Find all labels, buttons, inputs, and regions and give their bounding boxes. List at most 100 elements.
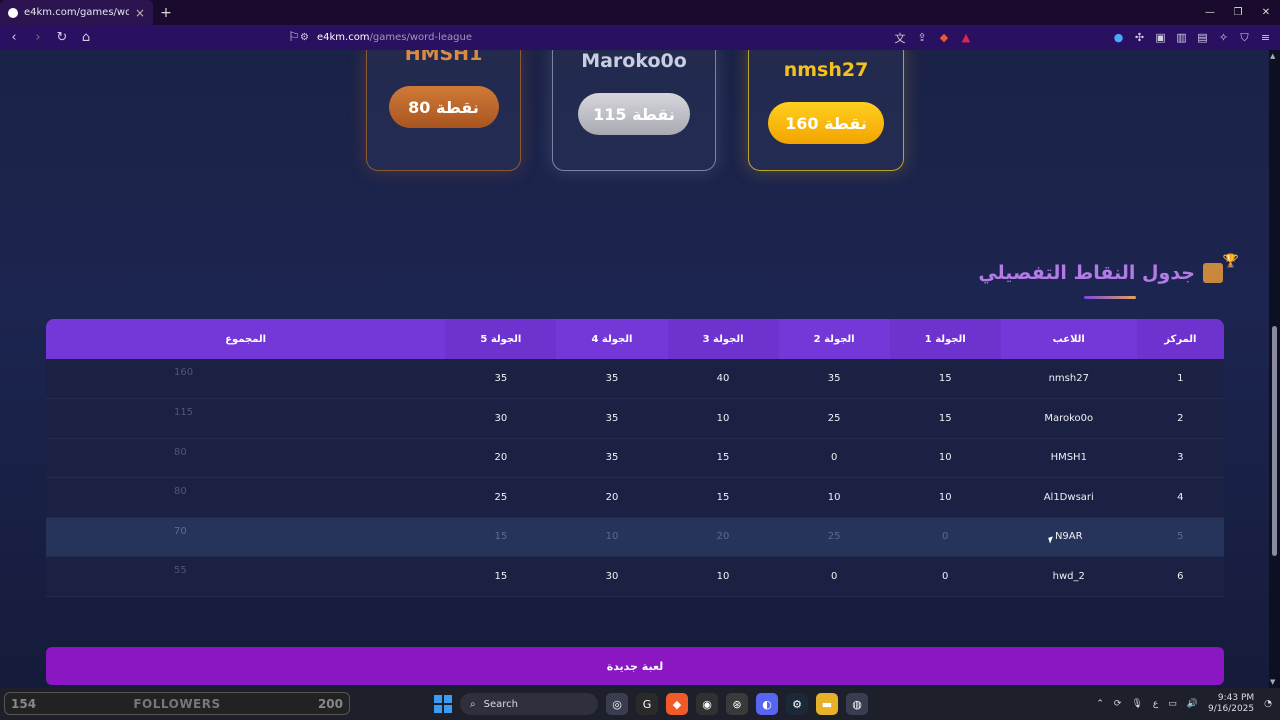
- page-scrollbar[interactable]: ▲ ▼: [1269, 50, 1280, 688]
- header-round-1: الجولة 1: [889, 319, 1001, 359]
- extensions-puzzle-icon[interactable]: ✣: [1131, 31, 1148, 44]
- window-controls: — ❐ ✕: [1196, 0, 1280, 25]
- sidebar-icon[interactable]: ▥: [1173, 31, 1190, 44]
- table-row: 3 HMSH1 10 0 15 35 20 80: [46, 438, 1224, 478]
- chart-emoji-icon: [1203, 263, 1223, 283]
- trophy-icon: 🏆: [1222, 254, 1239, 269]
- extension-icon[interactable]: ●: [1110, 31, 1127, 44]
- title-underline: [1084, 296, 1136, 299]
- app-icon-last[interactable]: ◍: [846, 693, 868, 715]
- app-icon-g[interactable]: G: [636, 693, 658, 715]
- brave-rewards-icon[interactable]: ▲: [958, 31, 974, 44]
- scores-table: المركز اللاعب الجولة 1 الجولة 2 الجولة 3…: [46, 319, 1224, 597]
- table-row: 4 Al1Dwsari 10 10 15 20 25 80: [46, 477, 1224, 517]
- restore-button[interactable]: ❐: [1224, 0, 1252, 25]
- table-row-hovered: 5 N9AR 0 25 20 10 15 70: [46, 517, 1224, 557]
- cell-round-1: 10: [938, 452, 952, 464]
- cell-rank: 4: [1177, 491, 1184, 503]
- podium-second-points: 115 نقطة: [578, 93, 690, 135]
- cell-round-4: 30: [605, 570, 619, 582]
- cell-round-2: 10: [827, 491, 841, 503]
- steam-icon[interactable]: ⚙: [786, 693, 808, 715]
- page-content: HMSH1 80 نقطة Maroko0o 115 نقطة nmsh27 1…: [0, 50, 1269, 688]
- discord-icon[interactable]: ◐: [756, 693, 778, 715]
- cell-player: Al1Dwsari: [1043, 491, 1094, 503]
- tab-title: e4km.com/games/word-league: [24, 7, 129, 18]
- cell-rank: 6: [1177, 570, 1184, 582]
- menu-icon[interactable]: ≡: [1257, 31, 1274, 44]
- followers-goal-widget: 154 FOLLOWERS 200: [4, 692, 350, 715]
- cell-round-1: 10: [938, 491, 952, 503]
- cell-round-1: 15: [938, 412, 952, 424]
- tray-overflow-icon[interactable]: ⌃: [1096, 699, 1104, 709]
- cell-rank: 2: [1177, 412, 1184, 424]
- scrollbar-thumb[interactable]: [1272, 326, 1277, 556]
- cell-round-2: 0: [830, 452, 838, 464]
- clock-date: 9/16/2025: [1207, 704, 1255, 714]
- header-rank: المركز: [1136, 319, 1224, 359]
- cell-player: Maroko0o: [1044, 412, 1094, 424]
- cell-total: 80: [174, 486, 187, 497]
- microphone-icon[interactable]: 🎙: [1131, 699, 1142, 709]
- cell-round-5: 20: [494, 452, 508, 464]
- app-icon-1[interactable]: ◎: [606, 693, 628, 715]
- volume-icon[interactable]: 🔊: [1187, 699, 1198, 709]
- cell-round-3: 40: [716, 373, 730, 384]
- app-icon-obs[interactable]: ◉: [696, 693, 718, 715]
- wallet-icon[interactable]: ▤: [1194, 31, 1211, 44]
- vpn-icon[interactable]: ⛉: [1236, 31, 1253, 45]
- minimize-button[interactable]: —: [1196, 0, 1224, 25]
- screenshot-icon[interactable]: ▣: [1152, 31, 1169, 44]
- clock[interactable]: 9:43 PM 9/16/2025: [1208, 693, 1254, 715]
- header-round-5: الجولة 5: [445, 319, 557, 359]
- section-heading: جدول النقاط التفصيلي 🏆: [978, 254, 1239, 284]
- followers-current: 154: [11, 696, 37, 711]
- brave-browser-icon[interactable]: ◆: [666, 693, 688, 715]
- cell-round-2: 25: [827, 531, 841, 543]
- scroll-up-icon[interactable]: ▲: [1270, 52, 1275, 60]
- input-language[interactable]: ع: [1153, 699, 1158, 709]
- file-explorer-icon[interactable]: ▬: [816, 693, 838, 715]
- site-info-icon[interactable]: ⚙: [300, 32, 309, 43]
- taskbar-apps: ⌕ Search ◎ G ◆ ◉ ⊛ ◐ ⚙ ▬ ◍: [434, 692, 868, 716]
- url-field[interactable]: ⚙ e4km.com/games/word-league: [300, 28, 980, 47]
- new-game-button[interactable]: لعبة جديدة: [46, 647, 1224, 685]
- toolbar-right: ● ✣ ▣ ▥ ▤ ✧ ⛉ ≡: [1110, 25, 1274, 50]
- network-icon[interactable]: ▭: [1168, 699, 1177, 709]
- share-icon[interactable]: ⇪: [914, 31, 930, 44]
- back-icon[interactable]: ‹: [4, 30, 24, 45]
- cell-player: nmsh27: [1048, 373, 1089, 384]
- podium-third-points: 80 نقطة: [388, 86, 499, 128]
- forward-icon[interactable]: ›: [28, 30, 48, 45]
- browser-tab[interactable]: e4km.com/games/word-league ×: [0, 0, 153, 25]
- cell-round-3: 10: [716, 412, 730, 424]
- cell-round-3: 15: [716, 452, 730, 464]
- address-actions: 文 ⇪ ◆ ▲: [892, 25, 974, 50]
- leo-ai-icon[interactable]: ✧: [1215, 31, 1232, 44]
- close-window-button[interactable]: ✕: [1252, 0, 1280, 25]
- new-tab-button[interactable]: +: [153, 5, 179, 21]
- close-tab-icon[interactable]: ×: [135, 6, 145, 20]
- address-toolbar: ‹ › ↻ ⌂ ⚐ ⚙ e4km.com/games/word-league 文…: [0, 25, 1280, 50]
- brave-shields-icon[interactable]: ◆: [936, 31, 952, 44]
- cell-round-1: 0: [942, 531, 949, 543]
- cell-round-2: 0: [830, 570, 838, 582]
- cell-total: 160: [174, 367, 194, 378]
- home-icon[interactable]: ⌂: [76, 30, 96, 45]
- translate-icon[interactable]: 文: [892, 30, 908, 46]
- taskbar-search[interactable]: ⌕ Search: [460, 693, 598, 715]
- podium-second-name: Maroko0o: [581, 50, 687, 72]
- section-title: جدول النقاط التفصيلي: [978, 262, 1195, 284]
- windows-start-icon[interactable]: [434, 695, 452, 713]
- reload-icon[interactable]: ↻: [52, 30, 72, 45]
- table-row: 6 hwd_2 0 0 10 30 15 55: [46, 556, 1224, 596]
- header-total: المجموع: [46, 319, 446, 359]
- app-icon-chrome[interactable]: ⊛: [726, 693, 748, 715]
- cell-total: 70: [174, 525, 187, 537]
- tray-sync-icon[interactable]: ⟳: [1114, 699, 1122, 709]
- header-player: اللاعب: [1000, 319, 1137, 359]
- notifications-icon[interactable]: ◔: [1264, 699, 1272, 709]
- url-domain: e4km.com: [316, 32, 370, 43]
- scroll-down-icon[interactable]: ▼: [1270, 678, 1275, 686]
- followers-label: FOLLOWERS: [133, 696, 221, 711]
